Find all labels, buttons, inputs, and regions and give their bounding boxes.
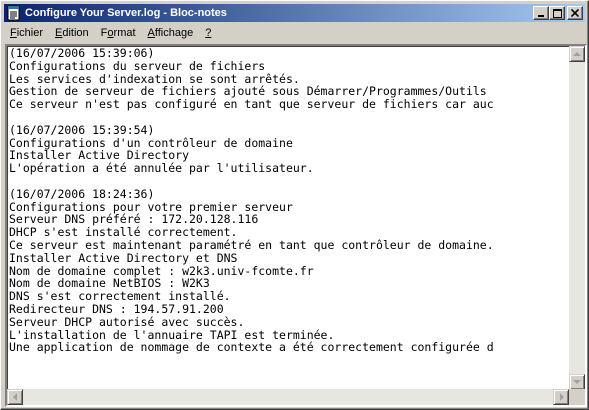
title-bar[interactable]: Configure Your Server.log - Bloc-notes: [4, 4, 585, 22]
text-line: [9, 111, 568, 124]
scrollbar-corner: [569, 389, 585, 405]
text-line: Ce serveur est maintenant paramétré en t…: [9, 237, 494, 252]
minimize-button[interactable]: [533, 6, 549, 20]
text-line: (16/07/2006 15:39:06): [9, 47, 155, 60]
window-title: Configure Your Server.log - Bloc-notes: [25, 7, 227, 19]
arrow-down-icon: [573, 379, 581, 384]
close-button[interactable]: [567, 6, 583, 20]
menu-bar: Fichier Edition Format Affichage ?: [4, 23, 585, 42]
maximize-icon: [552, 8, 562, 18]
minimize-icon: [538, 15, 544, 17]
text-line: Redirecteur DNS : 194.57.91.200: [9, 301, 224, 316]
notepad-icon: [6, 5, 22, 21]
notepad-window: Configure Your Server.log - Bloc-notes F…: [0, 0, 589, 410]
text-editor[interactable]: (16/07/2006 15:39:06) Configurations du s…: [5, 44, 587, 407]
text-line: Ce serveur n'est pas configuré en tant q…: [9, 97, 494, 112]
horizontal-scrollbar[interactable]: [7, 389, 569, 405]
menu-edition[interactable]: Edition: [49, 27, 95, 39]
text-line: L'opération a été annulée par l'utilisat…: [9, 161, 314, 176]
text-line: Une application de nommage de contexte a…: [9, 340, 494, 355]
arrow-up-icon: [573, 51, 581, 56]
scroll-left-button[interactable]: [7, 389, 23, 405]
scroll-down-button[interactable]: [569, 374, 585, 390]
text-line: Serveur DHCP autorisé avec succès.: [9, 314, 245, 329]
text-line: (16/07/2006 15:39:54): [9, 122, 155, 137]
text-line: (16/07/2006 18:24:36): [9, 186, 155, 201]
menu-affichage[interactable]: Affichage: [142, 27, 200, 39]
text-line: Installer Active Directory et DNS: [9, 250, 238, 265]
text-line: Configurations du serveur de fichiers: [9, 58, 266, 73]
document-text[interactable]: (16/07/2006 15:39:06) Configurations du s…: [9, 47, 568, 387]
vertical-scrollbar[interactable]: [569, 46, 585, 390]
maximize-button[interactable]: [549, 6, 565, 20]
close-icon: [571, 9, 579, 17]
menu-fichier[interactable]: Fichier: [4, 27, 49, 39]
scroll-up-button[interactable]: [569, 46, 585, 62]
arrow-left-icon: [12, 393, 17, 401]
scroll-right-button[interactable]: [553, 389, 569, 405]
menu-format[interactable]: Format: [95, 27, 142, 39]
arrow-right-icon: [559, 393, 564, 401]
text-line: [9, 175, 568, 188]
menu-help[interactable]: ?: [199, 27, 217, 39]
